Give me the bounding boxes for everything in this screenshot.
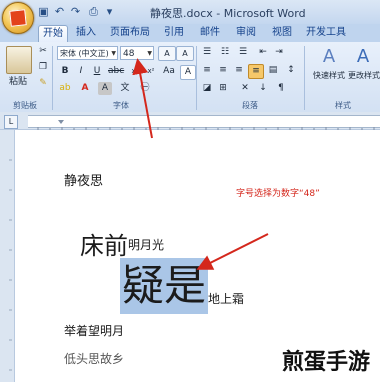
- office-logo-icon: [9, 9, 27, 27]
- office-button[interactable]: [2, 2, 34, 34]
- annotation-arrows: [132, 58, 269, 270]
- arrow-to-font-size: [132, 58, 153, 139]
- arrow-to-selection: [196, 233, 269, 270]
- watermark: 煎蛋手游: [282, 350, 371, 375]
